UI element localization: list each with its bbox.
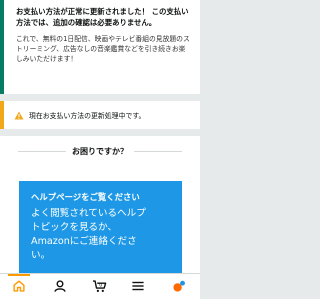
divider <box>134 150 182 152</box>
update-in-progress-alert: 現在お支払い方法の更新処理中です。 <box>0 101 200 129</box>
success-heading: お支払い方法が正常に更新されました！ この支払い方法では、追加の確認は必要ありま… <box>16 7 189 27</box>
help-button-body: よく閲覧されているヘルプ トピックを見るか、 Amazonにご連絡くださ い。 <box>31 208 146 261</box>
warning-icon <box>14 111 24 119</box>
nav-assistant[interactable] <box>169 279 189 295</box>
menu-icon <box>132 281 144 291</box>
help-title-row: お困りですか？ <box>0 144 200 158</box>
alert-text: 現在お支払い方法の更新処理中です。 <box>29 112 146 120</box>
account-icon <box>54 280 66 292</box>
help-page-button[interactable]: ヘルプページをご覧ください よく閲覧されているヘルプ トピックを見るか、 Ama… <box>19 181 182 273</box>
svg-text:0: 0 <box>99 283 102 289</box>
help-section: お困りですか？ ヘルプページをご覧ください よく閲覧されているヘルプ トピックを… <box>0 136 200 273</box>
payment-success-message: お支払い方法が正常に更新されました！ この支払い方法では、追加の確認は必要ありま… <box>0 0 200 94</box>
nav-cart[interactable]: 0 <box>90 279 110 295</box>
home-icon <box>13 280 25 292</box>
nav-active-indicator <box>8 274 30 276</box>
help-title: お困りですか？ <box>72 146 128 156</box>
nav-account[interactable] <box>50 279 70 295</box>
assistant-icon <box>173 280 185 292</box>
nav-menu[interactable] <box>128 279 148 295</box>
cart-icon: 0 <box>93 280 107 293</box>
success-body: これで、無料の1日配信、映画やテレビ番組の見放題のストリーミング、広告なしの音楽… <box>16 35 190 64</box>
divider <box>18 150 66 152</box>
help-button-title: ヘルプページをご覧ください <box>31 192 140 202</box>
bottom-navigation: 0 <box>0 273 200 299</box>
nav-home[interactable] <box>9 279 29 295</box>
